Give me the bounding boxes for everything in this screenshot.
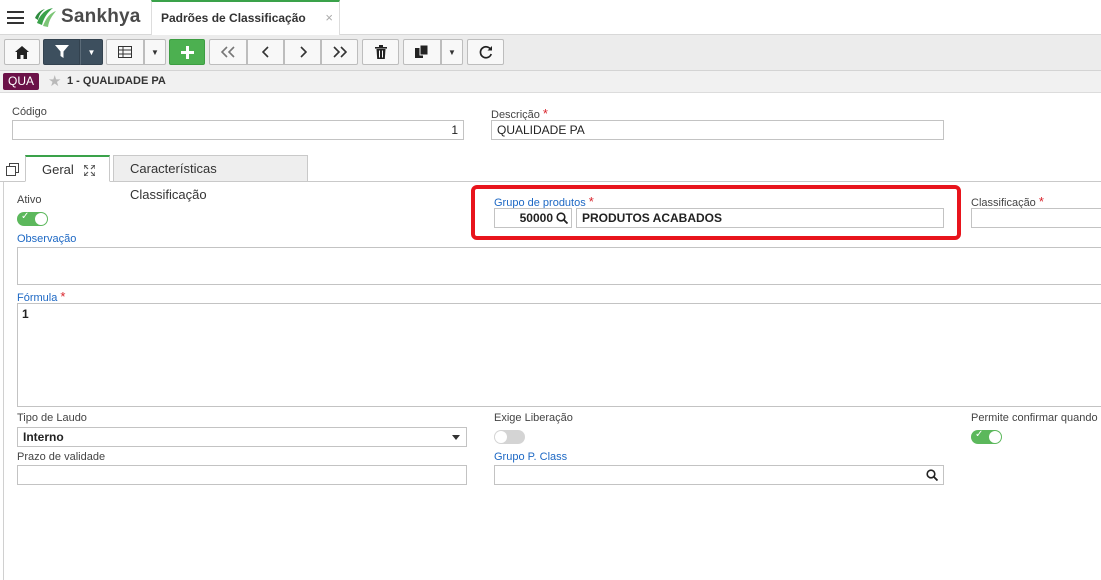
chevron-right-icon [299, 46, 307, 58]
chevron-down-icon [452, 435, 460, 440]
chevron-down-icon: ▼ [151, 47, 159, 57]
tipo-laudo-value: Interno [23, 430, 64, 444]
tipo-laudo-label: Tipo de Laudo [17, 412, 87, 424]
window-tab-title: Padrões de Classificação [161, 11, 306, 25]
check-icon: ✓ [21, 211, 30, 222]
descricao-label: Descrição * [491, 106, 548, 121]
formula-label: Fórmula * [17, 289, 66, 304]
prazo-validade-field[interactable] [17, 465, 467, 485]
permite-confirmar-label: Permite confirmar quando l [971, 412, 1101, 424]
required-mark: * [542, 106, 548, 121]
star-icon[interactable]: ★ [48, 72, 61, 90]
last-record-button[interactable] [321, 39, 358, 65]
tab-strip: Geral Características Classificação [0, 155, 1101, 202]
chevron-left-icon [261, 46, 269, 58]
required-mark: * [1038, 194, 1044, 209]
chevron-down-icon: ▼ [87, 47, 96, 57]
grupo-p-class-label: Grupo P. Class [494, 451, 568, 463]
formula-textarea[interactable]: 1 [17, 303, 1101, 407]
check-icon: ✓ [975, 429, 984, 440]
observacao-label: Observação [17, 233, 77, 245]
classificacao-field[interactable] [971, 208, 1101, 228]
highlight-box [471, 185, 961, 240]
double-chevron-right-icon [332, 46, 347, 58]
sankhya-logo-icon [35, 8, 56, 27]
ativo-toggle[interactable]: ✓ [17, 211, 48, 226]
exige-liberacao-label: Exige Liberação [494, 412, 573, 424]
refresh-icon [479, 45, 492, 59]
prazo-validade-label: Prazo de validade [17, 451, 106, 463]
classificacao-label: Classificação * [971, 194, 1044, 209]
logo: Sankhya [34, 5, 141, 29]
search-icon[interactable] [926, 469, 938, 481]
refresh-button[interactable] [467, 39, 504, 65]
codigo-label: Código [12, 106, 47, 118]
previous-record-button[interactable] [247, 39, 284, 65]
record-title: 1 - QUALIDADE PA [67, 75, 166, 87]
breadcrumb: QUA ★ 1 - QUALIDADE PA [0, 71, 1101, 93]
copy-icon [415, 45, 429, 58]
duplicate-icon[interactable] [6, 163, 19, 176]
module-badge: QUA [3, 73, 40, 90]
next-record-button[interactable] [284, 39, 321, 65]
add-button[interactable] [169, 39, 205, 65]
first-record-button[interactable] [209, 39, 247, 65]
filter-button[interactable] [43, 39, 80, 65]
menu-icon[interactable] [7, 11, 24, 24]
copy-record-button[interactable] [403, 39, 441, 65]
grid-view-dropdown-button[interactable]: ▼ [144, 39, 166, 65]
exige-liberacao-toggle[interactable] [494, 430, 525, 444]
trash-icon [374, 45, 387, 59]
tab-caracteristicas[interactable]: Características Classificação [113, 155, 308, 202]
double-chevron-left-icon [221, 46, 235, 58]
brand-name: Sankhya [61, 6, 141, 27]
tab-geral[interactable]: Geral [25, 155, 110, 182]
chevron-down-icon: ▼ [448, 47, 456, 57]
grid-view-button[interactable] [106, 39, 144, 65]
window-tab[interactable]: Padrões de Classificação × [151, 0, 340, 35]
home-button[interactable] [4, 39, 40, 65]
grupo-p-class-field[interactable] [494, 465, 944, 485]
ativo-label: Ativo [17, 194, 42, 206]
expand-icon[interactable] [84, 165, 95, 176]
tab-geral-label: Geral [42, 162, 74, 177]
required-mark: * [60, 289, 66, 304]
top-bar: Sankhya Padrões de Classificação × [0, 0, 1101, 35]
plus-icon [180, 45, 194, 59]
tipo-laudo-select[interactable]: Interno [17, 427, 467, 447]
descricao-field[interactable]: QUALIDADE PA [491, 120, 944, 140]
permite-confirmar-toggle[interactable]: ✓ [971, 429, 1002, 444]
copy-dropdown-button[interactable]: ▼ [441, 39, 463, 65]
delete-button[interactable] [362, 39, 399, 65]
filter-dropdown-button[interactable]: ▼ [80, 39, 103, 65]
toolbar: ▼ ▼ ▼ [0, 35, 1101, 71]
codigo-field[interactable]: 1 [12, 120, 464, 140]
close-icon[interactable]: × [325, 10, 333, 25]
grid-icon [118, 46, 132, 58]
home-icon [15, 45, 29, 59]
filter-icon [54, 45, 69, 58]
observacao-textarea[interactable] [17, 247, 1101, 285]
